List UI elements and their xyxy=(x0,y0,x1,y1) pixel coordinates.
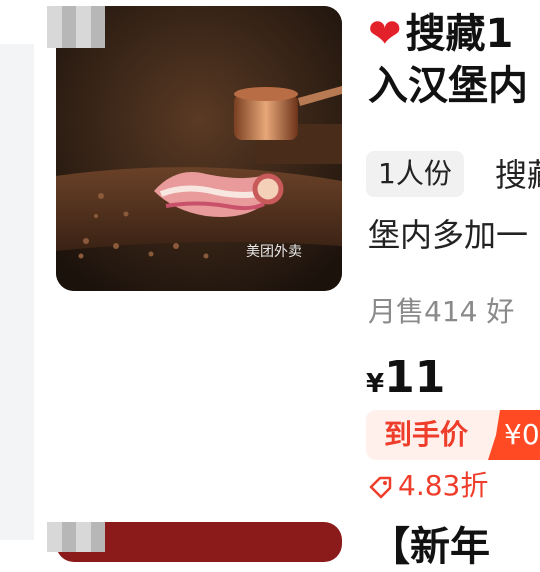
product-title[interactable]: ❤ 搜藏1 入汉堡内 xyxy=(368,8,528,112)
price: ¥11 xyxy=(366,352,445,403)
price-value: 11 xyxy=(384,352,446,403)
product-description-line2: 堡内多加一 xyxy=(368,216,529,254)
final-price-value: ¥0 xyxy=(488,410,540,460)
final-price-label: 到手价 xyxy=(384,418,469,451)
product-description-line1: 搜藏 xyxy=(495,156,540,194)
monthly-sales: 月售414 好 xyxy=(368,295,515,328)
discount-rate: 4.83折 xyxy=(368,466,488,506)
mosaic-badge xyxy=(47,6,105,48)
product-title-line1: 搜藏1 xyxy=(405,11,514,57)
discount-rate-text: 4.83折 xyxy=(398,469,489,502)
left-category-strip xyxy=(0,44,34,540)
bacon-photo: 美团外卖 xyxy=(56,6,342,291)
final-price-badge: 到手价 ¥0 xyxy=(366,410,540,460)
product-image-bacon[interactable]: 美团外卖 xyxy=(56,6,342,291)
product-title-line2: 入汉堡内 xyxy=(368,63,528,109)
discount-tag-icon xyxy=(369,476,392,499)
mosaic-badge-2 xyxy=(47,522,105,552)
image-watermark: 美团外卖 xyxy=(246,244,302,260)
portion-tag: 1人份 xyxy=(366,151,464,197)
product-title-2[interactable]: 【新年 xyxy=(370,514,490,572)
currency-symbol: ¥ xyxy=(366,369,385,399)
heart-icon: ❤ xyxy=(368,11,402,57)
